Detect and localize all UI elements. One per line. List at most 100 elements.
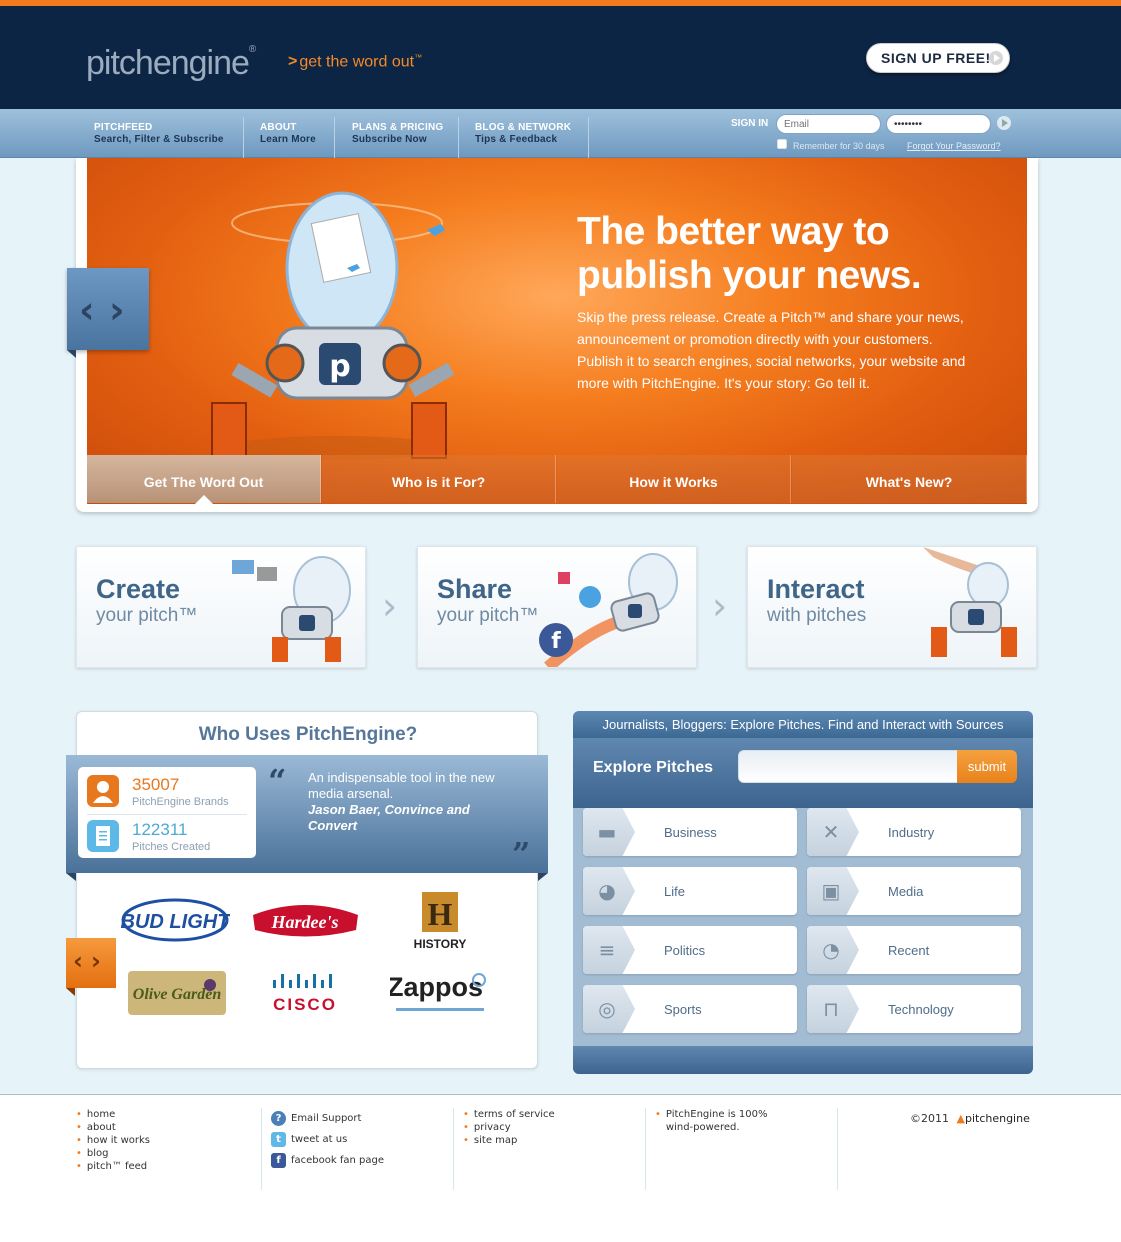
twitter-icon: t [271, 1131, 286, 1147]
forgot-password-link[interactable]: Forgot Your Password? [907, 141, 1001, 151]
footer-link-terms[interactable]: • terms of service [463, 1108, 645, 1121]
step-subtitle: with pitches [767, 605, 867, 626]
brand-logo-budlight: BUD LIGHT [120, 895, 231, 945]
svg-text:H: H [428, 896, 453, 932]
who-uses-title: Who Uses PitchEngine? [198, 724, 418, 745]
category-sports[interactable]: ◎ Sports [583, 985, 797, 1033]
chevron-right-icon: › [712, 584, 728, 628]
explore-footer-bar [573, 1046, 1033, 1074]
soccer-ball-icon: ◎ [598, 997, 616, 1021]
pitchengine-mark-icon: ▲ [956, 1112, 965, 1125]
step-create[interactable]: Create your pitch™ [76, 546, 366, 668]
footer-link-email-support[interactable]: ? Email Support [271, 1108, 453, 1129]
explore-pitches-panel: Journalists, Bloggers: Explore Pitches. … [573, 711, 1033, 1074]
hero-title: The better way to publish your news. [577, 210, 922, 297]
category-media[interactable]: ▣ Media [807, 867, 1021, 915]
svg-text:BUD LIGHT: BUD LIGHT [121, 911, 230, 933]
footer-link-pitch-feed[interactable]: • pitch™ feed [76, 1160, 261, 1173]
remember-label: Remember for 30 days [793, 141, 885, 151]
chevron-right-icon[interactable]: › [109, 288, 125, 332]
svg-text:HISTORY: HISTORY [414, 937, 467, 951]
category-recent[interactable]: ◔ Recent [807, 926, 1021, 974]
explore-label: Explore Pitches [593, 759, 714, 776]
category-technology[interactable]: ⊓ Technology [807, 985, 1021, 1033]
step-subtitle: your pitch™ [96, 605, 198, 626]
nav-item-about[interactable]: ABOUT Learn More [260, 122, 316, 158]
explore-submit-button[interactable]: submit [957, 750, 1017, 783]
user-icon [87, 775, 119, 807]
stats-card: 35007 PitchEngine Brands 122311 Pitches … [78, 767, 256, 858]
wind-powered-note: • PitchEngine is 100% wind-powered. [655, 1109, 768, 1133]
nav-divider [334, 117, 335, 158]
tab-who-is-it-for[interactable]: Who is it For? [322, 455, 556, 503]
footer-link-about[interactable]: • about [76, 1121, 261, 1134]
tab-how-it-works[interactable]: How it Works [557, 455, 791, 503]
footer-link-twitter[interactable]: t tweet at us [271, 1129, 453, 1150]
nav-subtitle: Learn More [260, 134, 316, 145]
chevron-left-icon[interactable]: ‹ [79, 288, 95, 332]
brand-logo-olivegarden: Olive Garden [125, 965, 230, 1020]
tv-icon: ▣ [821, 879, 841, 903]
password-field[interactable] [886, 114, 991, 134]
ribbon-fold [67, 350, 76, 358]
robot-interact-illustration [923, 547, 1017, 657]
facebook-icon: f [271, 1152, 286, 1168]
brands-carousel-arrows[interactable]: ‹ › [66, 938, 116, 988]
ribbon-fold [66, 873, 76, 881]
footer-col-legal: • terms of service • privacy • site map [463, 1108, 646, 1190]
category-industry[interactable]: ✕ Industry [807, 808, 1021, 856]
testimonial-quote: An indispensable tool in the new media a… [308, 770, 495, 801]
hero-banner: p The better way to publish your news. S… [87, 158, 1027, 504]
flag-icon: ≡ [598, 938, 616, 962]
play-icon [989, 51, 1003, 65]
testimonial-author: Jason Baer, Convince and Convert [308, 802, 470, 833]
remember-checkbox[interactable] [777, 139, 787, 149]
category-business[interactable]: ▬ Business [583, 808, 797, 856]
ribbon-fold [538, 873, 548, 881]
category-life[interactable]: ◕ Life [583, 867, 797, 915]
footer-link-home[interactable]: • home [76, 1108, 261, 1121]
footer-link-blog[interactable]: • blog [76, 1147, 261, 1160]
robot-share-illustration: f [539, 553, 678, 667]
hero-carousel-arrows[interactable]: ‹ › [67, 268, 149, 350]
footer-link-privacy[interactable]: • privacy [463, 1121, 645, 1134]
chevron-right-icon[interactable]: › [91, 947, 101, 975]
footer-col-social: ? Email Support t tweet at us f facebook fa… [271, 1108, 454, 1190]
nav-divider [458, 117, 459, 158]
divider [87, 814, 247, 815]
logo[interactable]: pitchengine® [86, 44, 256, 83]
brand-logo-hardees: Hardee's [248, 895, 363, 945]
clock-icon: ◔ [822, 938, 840, 962]
step-title: Create [96, 574, 181, 604]
briefcase-icon: ▬ [597, 820, 617, 844]
signup-button[interactable]: SIGN UP FREE! [866, 43, 1010, 73]
brand-logo-cisco: CISCO [265, 970, 345, 1015]
tab-whats-new[interactable]: What's New? [792, 455, 1027, 503]
step-interact[interactable]: Interact with pitches [747, 546, 1037, 668]
nav-item-blog[interactable]: BLOG & NETWORK Tips & Feedback [475, 122, 571, 158]
step-subtitle: your pitch™ [437, 605, 539, 626]
footer-link-how-it-works[interactable]: • how it works [76, 1134, 261, 1147]
pacman-icon: ◕ [598, 879, 616, 903]
footer-link-facebook[interactable]: f facebook fan page [271, 1150, 453, 1171]
step-share[interactable]: Share your pitch™ f [417, 546, 697, 668]
brand-logo-history: H HISTORY [405, 890, 475, 952]
email-field[interactable] [776, 114, 881, 134]
nav-item-pitchfeed[interactable]: PITCHFEED Search, Filter & Subscribe [94, 122, 224, 158]
footer-link-sitemap[interactable]: • site map [463, 1134, 645, 1147]
nav-title: PITCHFEED [94, 122, 153, 133]
chevron-left-icon[interactable]: ‹ [73, 947, 83, 975]
svg-text:p: p [329, 349, 350, 384]
explore-search-input[interactable] [738, 750, 958, 783]
nav-title: PLANS & PRICING [352, 122, 444, 133]
category-politics[interactable]: ≡ Politics [583, 926, 797, 974]
nav-item-plans[interactable]: PLANS & PRICING Subscribe Now [352, 122, 443, 158]
brands-label: PitchEngine Brands [132, 796, 229, 808]
signin-label: SIGN IN [731, 118, 769, 129]
site-header: pitchengine® > get the word out™ SIGN UP … [0, 6, 1121, 109]
svg-text:Hardee's: Hardee's [271, 912, 339, 932]
ribbon-fold [66, 988, 75, 996]
signin-submit-button[interactable] [997, 116, 1011, 130]
tab-get-the-word-out[interactable]: Get The Word Out [87, 455, 321, 504]
nav-subtitle: Tips & Feedback [475, 134, 558, 145]
